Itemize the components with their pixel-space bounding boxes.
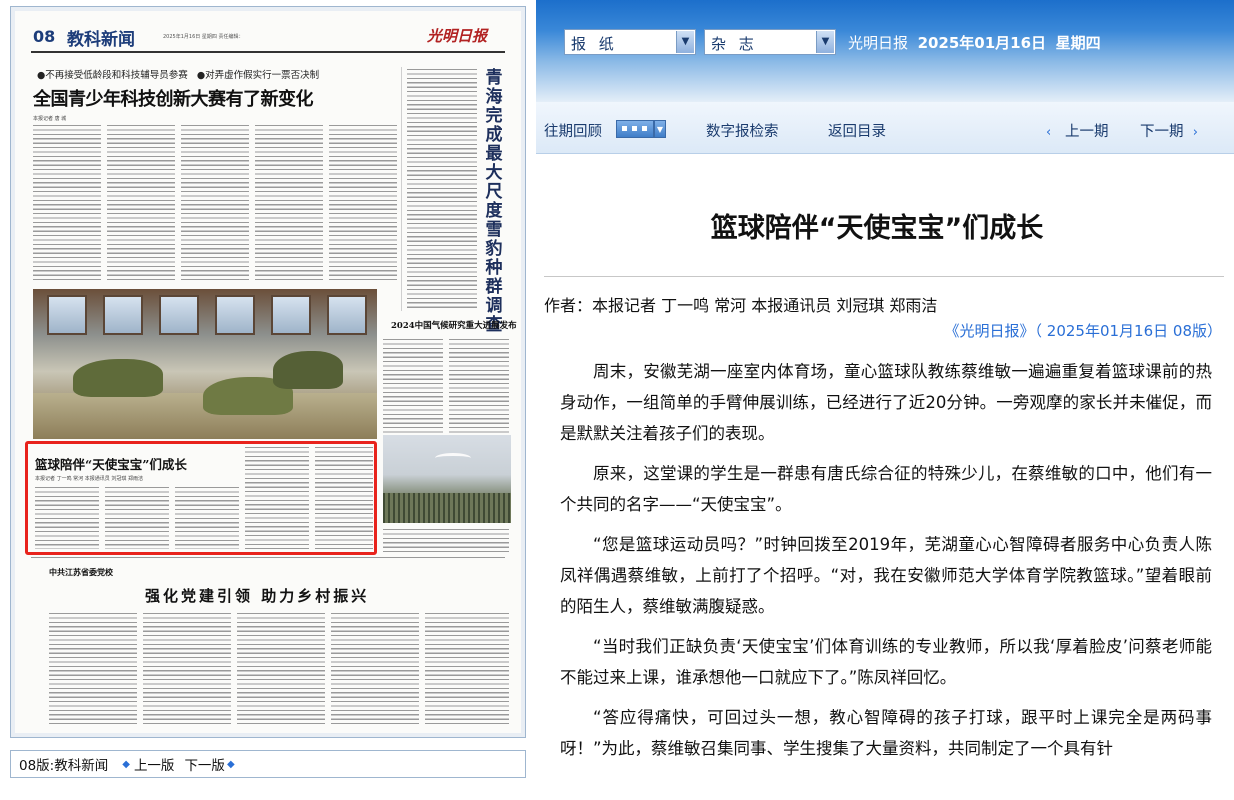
prev-issue-link[interactable]: 上一期 (1065, 124, 1109, 140)
back-to-toc-link[interactable]: 返回目录 (828, 120, 886, 141)
prev-issue-nav[interactable]: ‹ 上一期 (1046, 120, 1109, 141)
prev-page-link[interactable]: 上一版 (134, 754, 175, 774)
paper-vertical-headline[interactable]: 青海完成最大尺度雪豹种群调查 (483, 69, 505, 335)
paper-section-title: 教科新闻 (67, 30, 135, 50)
paper-text-column (237, 611, 325, 727)
issue-info: 光明日报 2025年01月16日 星期四 (848, 32, 1101, 53)
chevron-right-icon: › (1192, 125, 1198, 140)
nav-bar: 往期回顾 ▼ 数字报检索 返回目录 ‹ 上一期 下一期 › (536, 102, 1234, 154)
next-issue-link[interactable]: 下一期 (1140, 124, 1184, 140)
article-paragraph: “您是篮球运动员吗？”时钟回拨至2019年，芜湖童心心智障碍者服务中心负责人陈凤… (560, 535, 1212, 616)
paper-text-column (255, 123, 323, 283)
paper-photo-museum (33, 289, 377, 439)
archive-link[interactable]: 往期回顾 (544, 120, 602, 141)
issue-date: 2025年01月16日 (917, 34, 1047, 52)
paper-photo-bird (383, 435, 511, 523)
article-paragraph: “当时我们正缺负责‘天使宝宝’们体育训练的专业教师，所以我‘厚着脸皮’问蔡老师能… (560, 637, 1212, 687)
page: 08 教科新闻 2025年1月16日 星期四 责任编辑： 光明日报 ●不再接受低… (0, 0, 1234, 800)
newspaper-select-value: 报 纸 (571, 35, 618, 53)
paper-subhead-2: ●对弄虚作假实行一票否决制 (196, 70, 320, 81)
article-body: 周末，安徽芜湖一座室内体育场，童心篮球队教练蔡维敏一遍遍重复着篮球课前的热身动作… (560, 356, 1212, 773)
paper-main-byline: 本报记者 唐 城 (33, 116, 67, 122)
article-paragraph: 周末，安徽芜湖一座室内体育场，童心篮球队教练蔡维敏一遍遍重复着篮球课前的热身动作… (560, 362, 1212, 443)
issue-weekday: 星期四 (1055, 34, 1101, 52)
paper-text-column (331, 611, 419, 727)
newspaper-page-frame: 08 教科新闻 2025年1月16日 星期四 责任编辑： 光明日报 ●不再接受低… (10, 6, 526, 738)
current-page-label[interactable]: 08版:教科新闻 (19, 754, 108, 774)
paper-date-line: 2025年1月16日 星期四 责任编辑： (163, 34, 244, 40)
next-issue-nav[interactable]: 下一期 › (1140, 120, 1198, 141)
paper-header-rule (31, 51, 505, 53)
paper-weather-headline[interactable]: 2024中国气候研究重大进展发布 (391, 319, 517, 331)
article-author: 作者：本报记者 丁一鸣 常河 本报通讯员 刘冠琪 郑雨洁 (544, 296, 938, 315)
prev-page-icon[interactable]: ◆ (122, 759, 130, 770)
paper-column-divider (401, 67, 402, 311)
paper-text-column (143, 611, 231, 727)
chevron-down-icon[interactable]: ▼ (654, 120, 666, 138)
paper-section-rule (31, 557, 505, 558)
paper-subhead-1: ●不再接受低龄段和科技辅导员参赛 (37, 70, 188, 81)
paper-page-number: 08 (33, 27, 56, 46)
top-bar: 报 纸 ▼ 杂 志 ▼ 光明日报 2025年01月16日 星期四 (536, 0, 1234, 102)
paper-text-column (181, 123, 249, 283)
chevron-left-icon: ‹ (1046, 125, 1052, 140)
paper-text-column (329, 123, 397, 283)
paper-subheads: ●不再接受低龄段和科技辅导员参赛 ●对弄虚作假实行一票否决制 (37, 67, 319, 81)
paper-text-column (449, 337, 509, 433)
article-paragraph: “答应得痛快，可回过头一想，教心智障碍的孩子打球，跟平时上课完全是两码事呀！”为… (560, 708, 1212, 758)
chevron-down-icon[interactable]: ▼ (816, 31, 834, 53)
paper-text-column (107, 123, 175, 283)
calendar-icon[interactable]: ▼ (616, 120, 666, 138)
article-title: 篮球陪伴“天使宝宝”们成长 (710, 213, 1044, 244)
paper-text-column (33, 123, 101, 283)
paper-text-column (49, 611, 137, 727)
next-page-icon[interactable]: ◆ (227, 759, 235, 770)
article-title-rule (544, 276, 1224, 277)
article-paragraph: 原来，这堂课的学生是一群患有唐氏综合征的特殊少儿，在蔡维敏的口中，他们有一个共同… (560, 464, 1212, 514)
paper-masthead: 光明日报 (427, 27, 488, 45)
page-selector: 08版:教科新闻 ◆ 上一版 下一版 ◆ (10, 750, 526, 778)
selected-article-highlight[interactable] (25, 441, 377, 555)
magazine-select[interactable]: 杂 志 ▼ (704, 29, 836, 55)
paper-party-headline[interactable]: 强化党建引领 助力乡村振兴 (145, 585, 369, 606)
paper-text-column (407, 67, 477, 311)
paper-text-column (383, 337, 443, 433)
digital-search-link[interactable]: 数字报检索 (706, 120, 779, 141)
newspaper-page-image[interactable]: 08 教科新闻 2025年1月16日 星期四 责任编辑： 光明日报 ●不再接受低… (15, 11, 521, 733)
next-page-link[interactable]: 下一版 (184, 754, 225, 774)
article-source: 《光明日报》（ 2025年01月16日 08版） (944, 322, 1222, 340)
paper-main-headline[interactable]: 全国青少年科技创新大赛有了新变化 (33, 85, 314, 111)
newspaper-select[interactable]: 报 纸 ▼ (564, 29, 696, 55)
paper-party-label: 中共江苏省委党校 (49, 568, 113, 577)
paper-text-column (383, 527, 509, 553)
paper-name: 光明日报 (848, 34, 909, 52)
paper-text-column (425, 611, 509, 727)
magazine-select-value: 杂 志 (711, 35, 758, 53)
chevron-down-icon[interactable]: ▼ (676, 31, 694, 53)
